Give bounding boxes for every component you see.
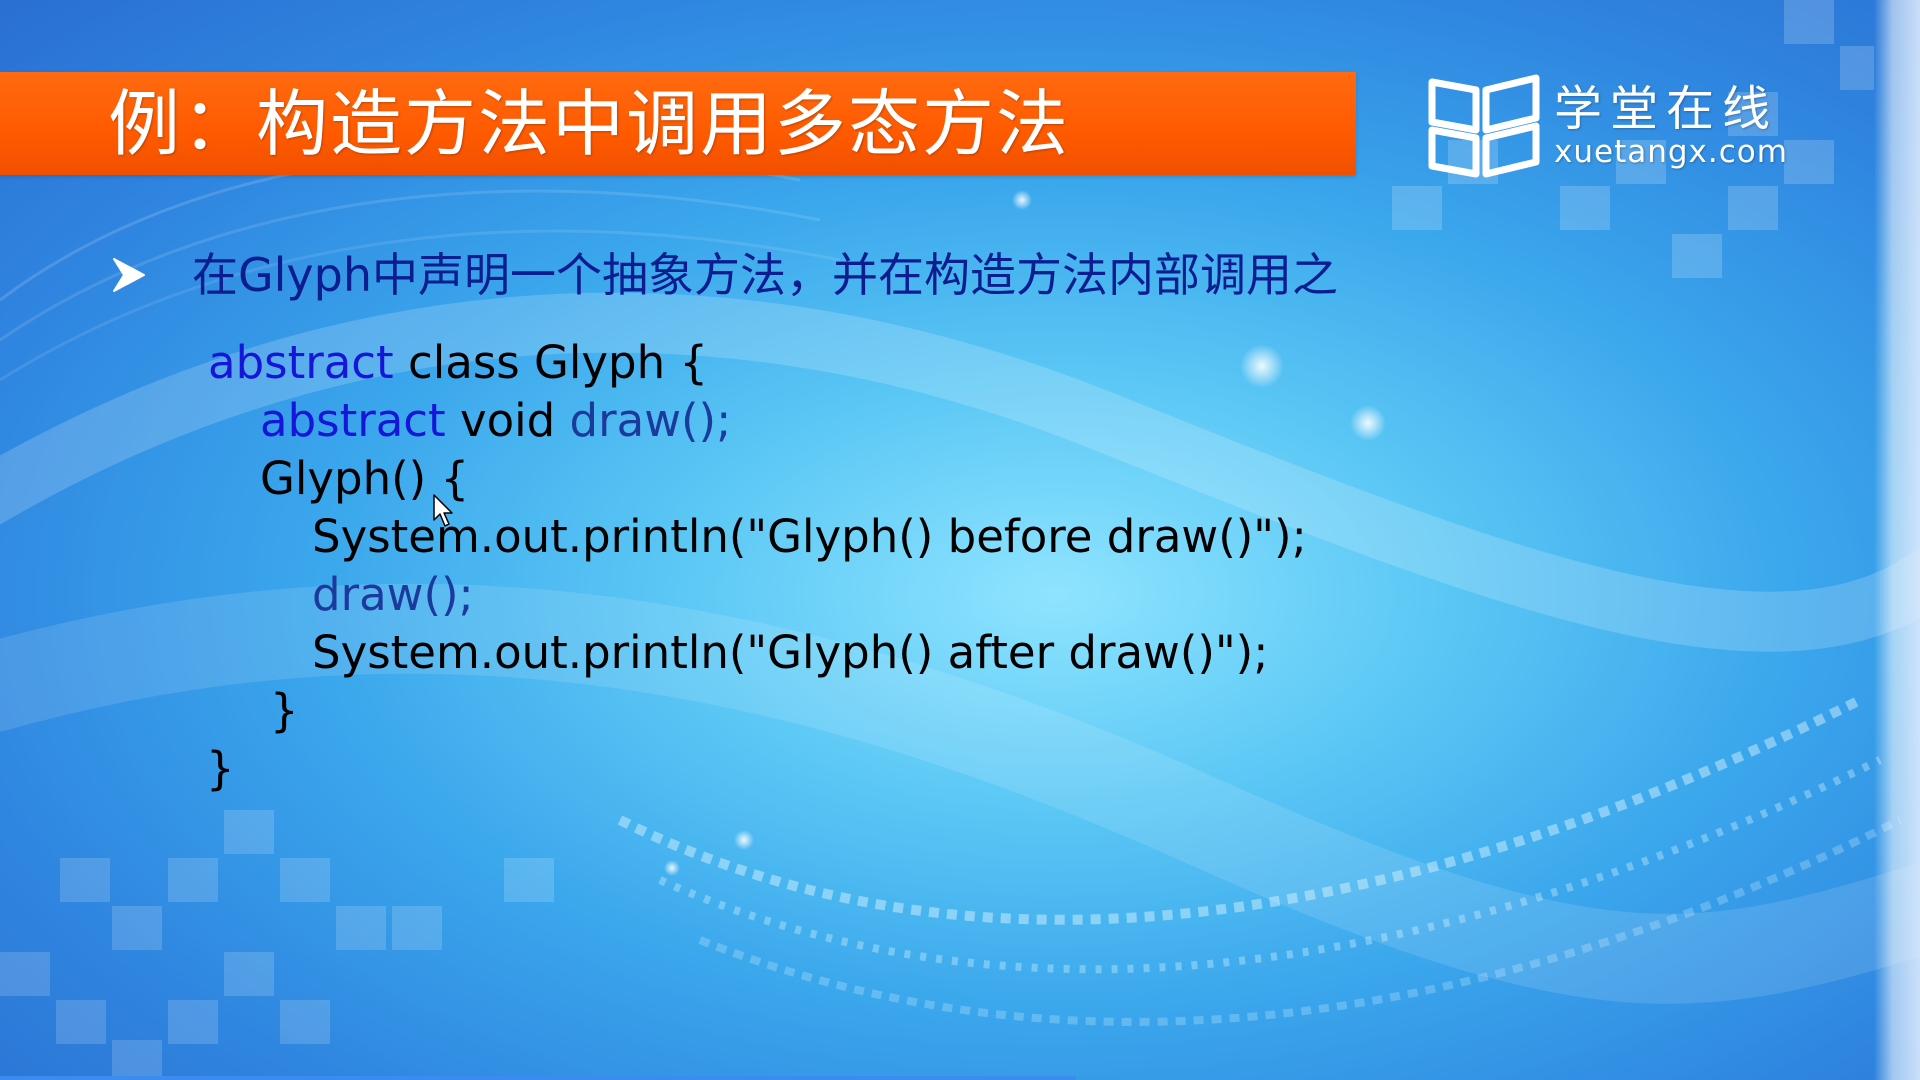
slide-title: 例：构造方法中调用多态方法 (108, 81, 1071, 166)
code-line-7: } (270, 688, 299, 733)
code-line-2: abstract void draw(); (260, 398, 731, 443)
code-text: class Glyph { (393, 336, 709, 389)
bullet-text: 在Glyph中声明一个抽象方法，并在构造方法内部调用之 (192, 248, 1339, 302)
arrow-bullet-icon (113, 258, 145, 292)
code-line-4: System.out.println("Glyph() before draw(… (312, 514, 1307, 559)
code-text: } (270, 684, 299, 737)
code-line-5: draw(); (312, 572, 474, 617)
xuetangx-book-logo-icon (1428, 74, 1540, 178)
xuetangx-logo: 学堂在线 xuetangx.com (1426, 70, 1816, 182)
logo-name-en: xuetangx.com (1554, 134, 1788, 171)
code-line-8: } (206, 746, 235, 791)
slide-right-edge (1874, 0, 1920, 1080)
code-line-1: abstract class Glyph { (208, 340, 708, 385)
code-text: void (445, 394, 570, 447)
code-call: draw(); (312, 568, 474, 621)
video-progress-bar[interactable] (0, 1076, 1076, 1080)
code-text: System.out.println("Glyph() after draw()… (312, 626, 1269, 679)
mouse-pointer-icon (433, 494, 453, 527)
code-keyword: abstract (260, 394, 446, 447)
code-text: } (206, 742, 235, 795)
bullet-point: 在Glyph中声明一个抽象方法，并在构造方法内部调用之 (112, 252, 1338, 298)
logo-text: 学堂在线 xuetangx.com (1554, 80, 1788, 171)
slide-title-bar: 例：构造方法中调用多态方法 (0, 72, 1356, 175)
code-text: System.out.println("Glyph() before draw(… (312, 510, 1307, 563)
code-call: draw(); (569, 394, 732, 447)
logo-name-cn: 学堂在线 (1554, 80, 1779, 137)
code-line-6: System.out.println("Glyph() after draw()… (312, 630, 1268, 675)
code-keyword: abstract (208, 336, 394, 389)
